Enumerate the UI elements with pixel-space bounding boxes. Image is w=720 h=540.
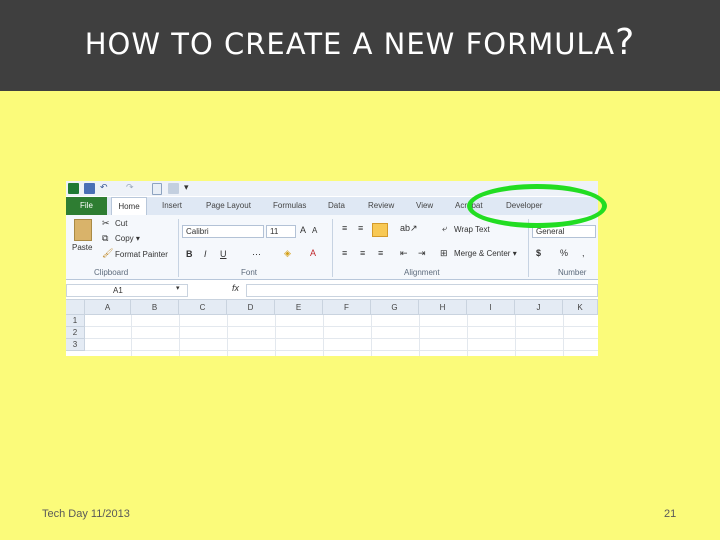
slide-title-text: How to create a new formula xyxy=(84,27,616,61)
comma-style-icon[interactable]: , xyxy=(582,248,585,258)
column-header[interactable]: G xyxy=(371,300,419,315)
column-header[interactable]: D xyxy=(227,300,275,315)
merge-center-button[interactable]: Merge & Center ▾ xyxy=(454,249,517,258)
insert-function-icon[interactable]: fx xyxy=(232,283,239,293)
slide-title-mark: ? xyxy=(615,22,636,63)
formula-input[interactable] xyxy=(246,284,598,297)
align-left-icon[interactable]: ≡ xyxy=(342,248,347,258)
slide-title: How to create a new formula? xyxy=(0,22,720,63)
align-right-icon[interactable]: ≡ xyxy=(378,248,383,258)
title-bar: How to create a new formula? xyxy=(0,0,720,91)
align-top-icon[interactable]: ≡ xyxy=(342,223,347,233)
copy-icon[interactable]: ⧉ xyxy=(102,233,108,244)
tab-page-layout[interactable]: Page Layout xyxy=(206,201,251,210)
column-header[interactable]: F xyxy=(323,300,371,315)
font-name-dropdown[interactable]: Calibri xyxy=(182,225,264,238)
ribbon-separator xyxy=(178,219,179,277)
merge-center-icon[interactable]: ⊞ xyxy=(440,248,448,259)
formula-bar: A1 ▾ fx xyxy=(66,281,598,300)
redo-icon[interactable]: ↷ xyxy=(126,182,134,193)
row-header[interactable]: 3 xyxy=(66,339,85,351)
slide-number: 21 xyxy=(664,508,677,520)
group-label-number: Number xyxy=(558,268,587,277)
group-label-font: Font xyxy=(241,268,258,277)
tab-data[interactable]: Data xyxy=(328,201,345,210)
cut-button[interactable]: Cut xyxy=(115,219,127,228)
tab-home[interactable]: Home xyxy=(111,197,147,215)
ribbon-separator xyxy=(332,219,333,277)
tab-review[interactable]: Review xyxy=(368,201,394,210)
cut-icon[interactable]: ✂ xyxy=(102,218,110,229)
underline-icon[interactable]: U xyxy=(220,249,227,259)
currency-icon[interactable]: $ xyxy=(536,248,541,258)
wrap-text-icon[interactable]: ⤶ xyxy=(442,223,447,234)
bold-icon[interactable]: B xyxy=(186,249,193,259)
orientation-icon[interactable]: ab↗ xyxy=(400,223,418,234)
column-header[interactable]: E xyxy=(275,300,323,315)
decrease-indent-icon[interactable]: ⇤ xyxy=(400,248,408,259)
align-center-icon[interactable]: ≡ xyxy=(360,248,365,258)
print-preview-icon[interactable] xyxy=(168,183,179,194)
save-icon[interactable] xyxy=(84,183,95,194)
select-all-corner[interactable] xyxy=(66,300,85,315)
wrap-text-button[interactable]: Wrap Text xyxy=(454,225,490,234)
fill-color-icon[interactable]: ◈ xyxy=(284,248,291,259)
increase-indent-icon[interactable]: ⇥ xyxy=(418,248,426,259)
worksheet-grid[interactable]: A B C D E F G H I J K 1 2 3 xyxy=(66,300,598,356)
column-header[interactable]: J xyxy=(515,300,563,315)
cell-gridline xyxy=(85,326,598,327)
column-header[interactable]: I xyxy=(467,300,515,315)
italic-icon[interactable]: I xyxy=(204,249,207,259)
group-label-clipboard: Clipboard xyxy=(94,268,129,277)
font-color-icon[interactable]: A xyxy=(310,248,316,258)
column-header[interactable]: A xyxy=(85,300,131,315)
developer-tab-highlight xyxy=(467,184,607,228)
paste-button[interactable]: Paste xyxy=(72,243,92,252)
copy-button[interactable]: Copy ▾ xyxy=(115,234,140,243)
group-label-alignment: Alignment xyxy=(404,268,440,277)
column-header[interactable]: C xyxy=(179,300,227,315)
format-painter-icon[interactable]: 🖌 xyxy=(102,248,113,259)
undo-icon[interactable]: ↶ xyxy=(100,182,108,193)
tab-formulas[interactable]: Formulas xyxy=(273,201,306,210)
column-header[interactable]: K xyxy=(563,300,598,315)
align-bottom-icon[interactable] xyxy=(372,223,388,237)
customize-toolbar-icon[interactable]: ▾ xyxy=(184,182,189,193)
new-file-icon[interactable] xyxy=(152,183,162,195)
paste-icon[interactable] xyxy=(74,219,92,241)
column-header[interactable]: H xyxy=(419,300,467,315)
grow-font-icon[interactable]: A xyxy=(300,225,306,235)
tab-file[interactable]: File xyxy=(66,197,107,215)
cell-gridline xyxy=(85,350,598,351)
font-size-dropdown[interactable]: 11 xyxy=(266,225,296,238)
row-header[interactable]: 1 xyxy=(66,315,85,327)
format-painter-button[interactable]: Format Painter xyxy=(115,250,168,259)
tab-insert[interactable]: Insert xyxy=(162,201,182,210)
excel-logo-icon xyxy=(68,183,79,194)
column-header[interactable]: B xyxy=(131,300,179,315)
align-middle-icon[interactable]: ≡ xyxy=(358,223,363,233)
name-box[interactable]: A1 xyxy=(66,284,188,297)
percent-icon[interactable]: % xyxy=(560,248,568,258)
cell-gridline xyxy=(85,338,598,339)
shrink-font-icon[interactable]: A xyxy=(312,226,317,235)
row-header[interactable]: 2 xyxy=(66,327,85,339)
footer-date: Tech Day 11/2013 xyxy=(42,508,130,520)
borders-icon[interactable]: ⋯ xyxy=(252,249,261,260)
name-box-dropdown-icon[interactable]: ▾ xyxy=(176,284,180,292)
tab-view[interactable]: View xyxy=(416,201,433,210)
